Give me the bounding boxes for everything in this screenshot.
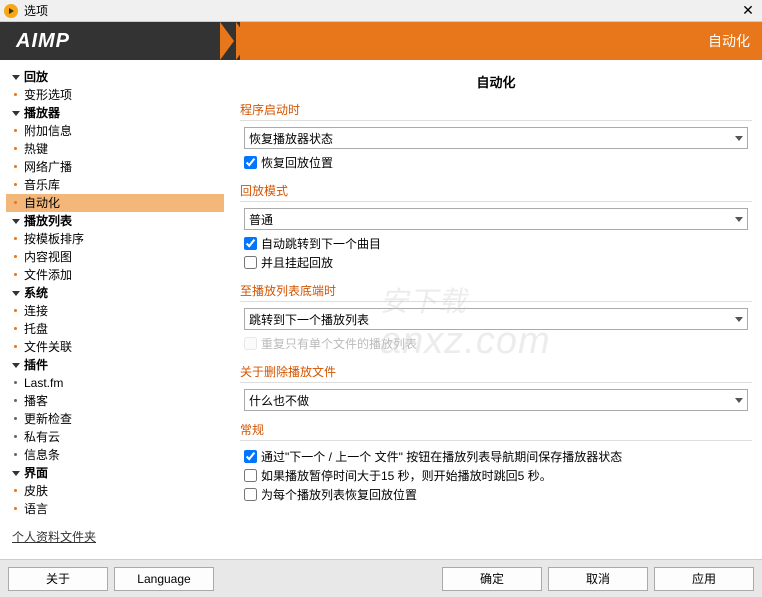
sidebar-item-13[interactable]: 连接 [6,302,224,320]
cb-repeat-single: 重复只有单个文件的播放列表 [244,334,748,353]
sidebar-item-20[interactable]: 私有云 [6,428,224,446]
sidebar-item-2[interactable]: 播放器 [6,104,224,122]
close-icon[interactable]: ✕ [738,2,758,19]
cb-auto-next[interactable]: 自动跳转到下一个曲目 [244,234,748,253]
cb-rewind-input[interactable] [244,469,257,482]
sidebar-item-17[interactable]: Last.fm [6,374,224,392]
sidebar-item-8[interactable]: 播放列表 [6,212,224,230]
cb-restore-position-input[interactable] [244,156,257,169]
group-general: 常规 通过"下一个 / 上一个 文件" 按钮在播放列表导航期间保存播放器状态 如… [240,421,752,504]
group-startup: 程序启动时 恢复播放器状态 恢复回放位置 [240,101,752,172]
cancel-button[interactable]: 取消 [548,567,648,591]
cb-save-state[interactable]: 通过"下一个 / 上一个 文件" 按钮在播放列表导航期间保存播放器状态 [244,447,748,466]
content-panel: 自动化 程序启动时 恢复播放器状态 恢复回放位置 回放模式 普通 自动跳转到下一… [230,60,762,559]
group-label-general: 常规 [240,421,752,441]
window-title: 选项 [24,2,738,19]
sidebar-item-23[interactable]: 皮肤 [6,482,224,500]
sidebar-item-24[interactable]: 语言 [6,500,224,518]
profile-folder-link[interactable]: 个人资料文件夹 [6,528,224,545]
cb-per-playlist-input[interactable] [244,488,257,501]
sidebar-item-3[interactable]: 附加信息 [6,122,224,140]
brand-logo: AIMP [0,30,70,53]
cb-repeat-single-input [244,337,257,350]
footer: 关于 Language 确定 取消 应用 [0,559,762,597]
sidebar-item-16[interactable]: 插件 [6,356,224,374]
sidebar-item-9[interactable]: 按模板排序 [6,230,224,248]
sidebar-item-12[interactable]: 系统 [6,284,224,302]
sidebar-item-5[interactable]: 网络广播 [6,158,224,176]
sidebar-item-14[interactable]: 托盘 [6,320,224,338]
sidebar-item-10[interactable]: 内容视图 [6,248,224,266]
sidebar-item-1[interactable]: 变形选项 [6,86,224,104]
sidebar-item-11[interactable]: 文件添加 [6,266,224,284]
cb-suspend[interactable]: 并且挂起回放 [244,253,748,272]
cb-save-state-input[interactable] [244,450,257,463]
sidebar-item-7[interactable]: 自动化 [6,194,224,212]
sidebar-item-15[interactable]: 文件关联 [6,338,224,356]
endlist-select[interactable]: 跳转到下一个播放列表 [244,308,748,330]
cb-rewind[interactable]: 如果播放暂停时间大于15 秒，则开始播放时跳回5 秒。 [244,466,748,485]
header-banner: AIMP 自动化 [0,22,762,60]
cb-auto-next-input[interactable] [244,237,257,250]
page-title: 自动化 [708,31,750,51]
cb-per-playlist[interactable]: 为每个播放列表恢复回放位置 [244,485,748,504]
group-endlist: 至播放列表底端时 跳转到下一个播放列表 重复只有单个文件的播放列表 [240,282,752,353]
group-label-playback: 回放模式 [240,182,752,202]
about-button[interactable]: 关于 [8,567,108,591]
sidebar-item-18[interactable]: 播客 [6,392,224,410]
content-title: 自动化 [240,68,752,101]
sidebar-item-0[interactable]: 回放 [6,68,224,86]
sidebar-item-19[interactable]: 更新检查 [6,410,224,428]
group-label-startup: 程序启动时 [240,101,752,121]
ok-button[interactable]: 确定 [442,567,542,591]
group-label-deletion: 关于删除播放文件 [240,363,752,383]
group-playback: 回放模式 普通 自动跳转到下一个曲目 并且挂起回放 [240,182,752,272]
group-deletion: 关于删除播放文件 什么也不做 [240,363,752,411]
sidebar-item-4[interactable]: 热键 [6,140,224,158]
cb-restore-position[interactable]: 恢复回放位置 [244,153,748,172]
language-button[interactable]: Language [114,567,214,591]
sidebar-item-21[interactable]: 信息条 [6,446,224,464]
group-label-endlist: 至播放列表底端时 [240,282,752,302]
titlebar: 选项 ✕ [0,0,762,22]
app-icon [4,4,18,18]
deletion-select[interactable]: 什么也不做 [244,389,748,411]
playback-select[interactable]: 普通 [244,208,748,230]
apply-button[interactable]: 应用 [654,567,754,591]
startup-select[interactable]: 恢复播放器状态 [244,127,748,149]
sidebar-item-22[interactable]: 界面 [6,464,224,482]
sidebar-item-6[interactable]: 音乐库 [6,176,224,194]
cb-suspend-input[interactable] [244,256,257,269]
sidebar: 回放变形选项播放器附加信息热键网络广播音乐库自动化播放列表按模板排序内容视图文件… [0,60,230,559]
